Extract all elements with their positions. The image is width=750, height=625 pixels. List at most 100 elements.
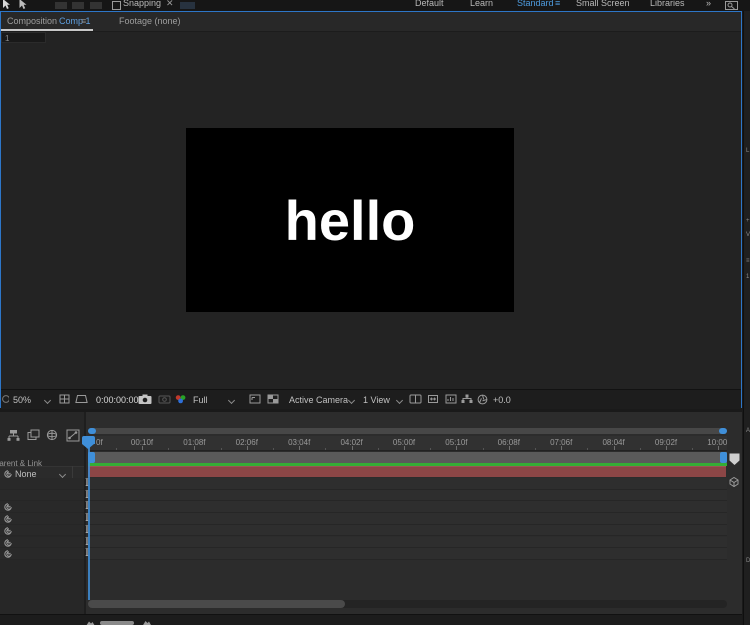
show-snapshot-icon[interactable] [158,394,171,404]
chevron-down-icon[interactable] [396,397,403,404]
clipped-text-fragment: A [746,428,750,434]
ruler-tick [718,446,719,450]
workspace-overflow-icon[interactable]: » [706,0,711,8]
draft-3d-icon[interactable] [46,429,58,441]
frame-blending-icon[interactable] [27,429,40,441]
leftcol-row [0,548,84,560]
pick-whip-icon[interactable] [3,526,13,536]
ruler-minor-tick [587,448,588,450]
ruler-minor-tick [430,448,431,450]
property-row[interactable]: I [88,513,727,525]
panel-menu-icon[interactable]: ≡ [81,16,86,26]
pixel-aspect-icon[interactable] [427,394,439,404]
magnification-select[interactable]: 50% [13,395,31,405]
toggle-view-layout-icon[interactable] [409,394,422,404]
ruler-tick [142,446,143,450]
grid-guides-icon[interactable] [59,394,70,404]
show-channels-icon[interactable] [174,394,188,404]
workspace-tab-learn[interactable]: Learn [470,0,493,8]
ruler-tick [352,446,353,450]
view-layout-select[interactable]: 1 View [363,395,390,405]
workspace-tab-standard[interactable]: Standard [517,0,554,8]
comp-button-icon[interactable] [728,476,740,488]
chevron-down-icon[interactable] [228,397,235,404]
timeline-scrollbar[interactable] [88,600,727,608]
pick-whip-icon[interactable] [3,502,13,512]
composition-panel: Composition Comp 1 ≡ Footage (none) 1 he… [0,11,742,408]
ruler-minor-tick [273,448,274,450]
property-row[interactable]: I [88,525,727,537]
magnifier-icon[interactable] [1,394,9,404]
zoom-out-icon[interactable] [86,619,95,625]
clipped-text-fragment: ≡ [746,258,750,264]
mini-flowchart-icon[interactable] [461,394,473,404]
timeline-zoom-slider[interactable] [100,621,134,625]
timeline-scroll-thumb[interactable] [88,600,345,608]
hand-tool-icon[interactable] [18,0,28,10]
property-row[interactable]: I [88,501,727,513]
search-workspace-icon[interactable] [725,1,738,10]
leftcol-row [0,490,84,502]
property-row[interactable]: I [88,490,727,502]
work-area-end-handle[interactable] [720,452,727,463]
transparency-grid-icon[interactable] [267,394,279,404]
safe-margins-icon[interactable] [75,394,88,404]
playhead-handle[interactable] [82,436,95,444]
ruler-minor-tick [378,448,379,450]
chevron-down-icon[interactable] [59,471,66,478]
current-time-display[interactable]: 0:00:00:00 [96,395,139,405]
ruler-tick [247,446,248,450]
leftcol-row [0,525,84,537]
region-of-interest-icon[interactable] [249,394,261,404]
chevron-down-icon[interactable] [44,397,51,404]
pen-tool-icon[interactable] [72,2,84,9]
resolution-select[interactable]: Full [193,395,208,405]
property-row[interactable]: I [88,478,727,490]
3d-view-select[interactable]: Active Camera [289,395,348,405]
playhead-line[interactable] [88,436,90,600]
panel-tab-row: Composition Comp 1 ≡ Footage (none) [1,12,741,32]
comp-text-layer: hello [285,188,416,253]
time-ruler[interactable]: 0f00:10f01:08f02:06f03:04f04:02f05:00f05… [88,436,727,451]
pick-whip-icon[interactable] [3,549,13,559]
text-tool-icon[interactable] [90,2,102,9]
leftcol-row [0,501,84,513]
workspace-menu-icon[interactable]: ≡ [555,0,560,8]
exposure-value[interactable]: +0.0 [493,395,511,405]
layer-duration-bar[interactable] [88,466,726,477]
time-navigator[interactable] [88,428,727,434]
workspace-tab-small-screen[interactable]: Small Screen [576,0,630,8]
chevron-down-icon[interactable] [348,397,355,404]
comp-flowchart-icon[interactable] [6,429,21,442]
workspace-tab-libraries[interactable]: Libraries [650,0,685,8]
workspace-tab-default[interactable]: Default [415,0,444,8]
snapshot-camera-icon[interactable] [138,394,152,405]
ruler-minor-tick [168,448,169,450]
work-area-bar[interactable] [88,452,727,463]
ground-plane-icon[interactable] [180,2,195,9]
navigator-start-handle[interactable] [88,428,96,434]
tab-composition[interactable]: Composition [7,16,57,26]
leftcol-row [0,513,84,525]
viewer-controls-bar: 50% 0:00:00:00 Full [1,389,741,409]
zoom-in-icon[interactable] [142,619,152,625]
timeline-left-column: Parent & Link None [0,412,86,625]
pick-whip-icon[interactable] [3,514,13,524]
exposure-icon[interactable] [477,394,488,405]
fast-previews-icon[interactable] [445,394,457,404]
comp-marker-bin-icon[interactable] [728,452,741,466]
ruler-minor-tick [116,448,117,450]
property-row[interactable]: I [88,548,727,560]
ruler-label: 0f [96,438,103,447]
ruler-minor-tick [483,448,484,450]
property-row[interactable]: I [88,537,727,549]
composition-viewport[interactable]: hello [186,128,514,312]
snap-options-close-icon[interactable]: ✕ [166,0,174,9]
pick-whip-icon[interactable] [3,538,13,548]
selection-tool-icon[interactable] [2,0,11,10]
graph-editor-icon[interactable] [66,429,80,442]
tab-footage[interactable]: Footage (none) [119,16,181,26]
snapping-checkbox[interactable] [112,1,121,10]
shape-tool-icon[interactable] [55,2,67,9]
navigator-end-handle[interactable] [719,428,727,434]
